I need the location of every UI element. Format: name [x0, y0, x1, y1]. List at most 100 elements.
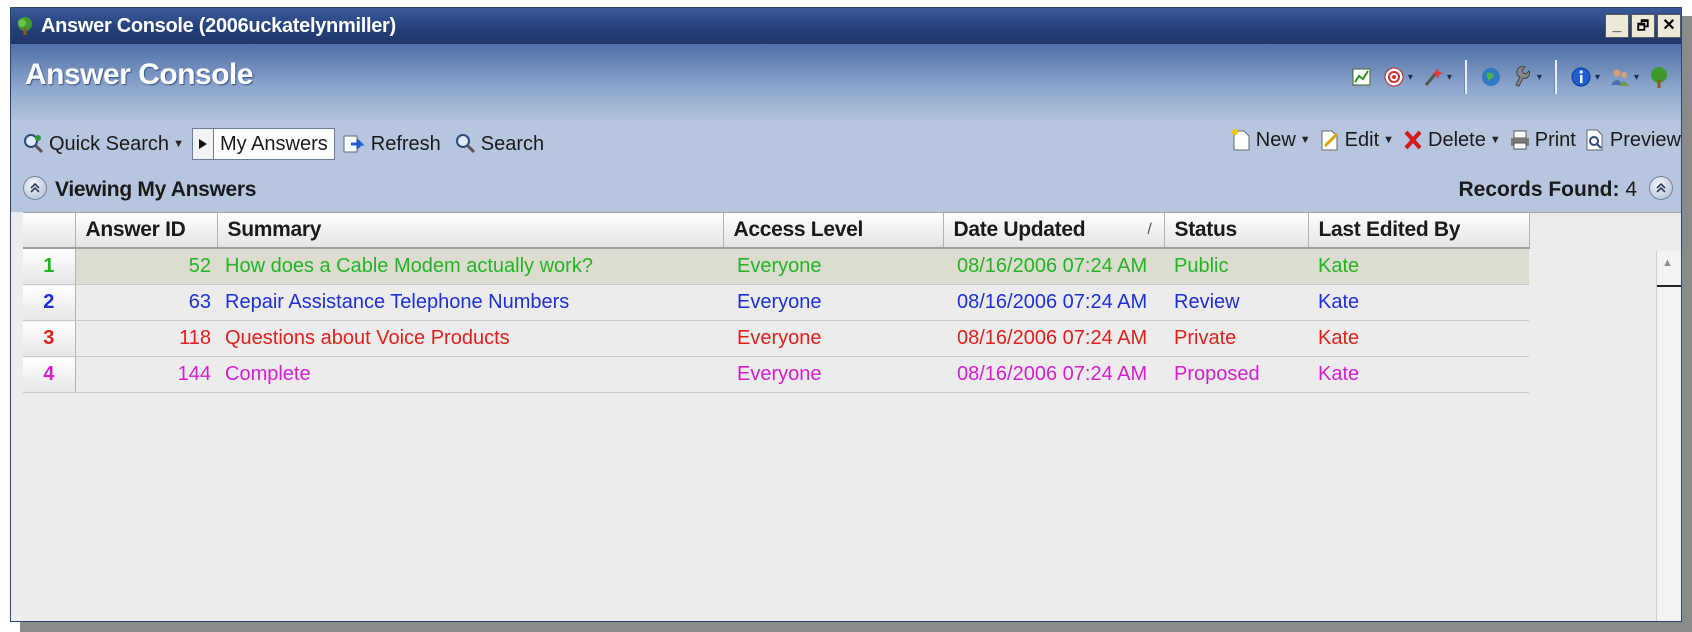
search-icon [455, 134, 475, 154]
column-header-answer-id[interactable]: Answer ID [75, 213, 218, 249]
date-updated-cell: 08/16/2006 07:24 AM [943, 320, 1164, 357]
search-label: Search [480, 132, 545, 155]
summary-cell: How does a Cable Modem actually work? [217, 248, 723, 285]
restore-button[interactable]: 🗗 [1631, 14, 1655, 38]
column-header-date-updated[interactable]: Date Updated / [943, 213, 1165, 249]
preview-icon [1586, 129, 1603, 151]
chevron-down-icon: ▼ [1383, 134, 1395, 146]
answers-grid: Answer ID Summary Access Level Date Upda… [23, 212, 1681, 621]
delete-x-icon [1404, 130, 1422, 150]
last-edited-by-cell: Kate [1308, 320, 1529, 357]
answer-id-cell: 144 [75, 356, 217, 393]
preview-label: Preview [1609, 128, 1681, 151]
status-cell: Public [1164, 248, 1308, 285]
scrollbar-divider [1657, 285, 1681, 287]
new-document-icon [1231, 129, 1250, 151]
edit-label: Edit [1344, 128, 1380, 151]
title-bar[interactable]: Answer Console (2006uckatelynmiller) _ 🗗… [11, 8, 1681, 44]
close-button[interactable]: ✕ [1657, 14, 1681, 38]
play-icon [192, 129, 214, 159]
target-dropdown-icon[interactable]: ▾ [1408, 72, 1413, 83]
access-level-cell: Everyone [723, 248, 943, 285]
tools-dropdown-icon[interactable]: ▾ [1537, 72, 1542, 83]
row-number: 2 [23, 284, 76, 321]
search-button[interactable]: Search [455, 133, 544, 156]
globe-icon[interactable] [1479, 64, 1503, 90]
column-header-last-edited-by[interactable]: Last Edited By [1308, 213, 1530, 249]
records-count: 4 [1625, 178, 1637, 201]
edit-button[interactable]: Edit ▼ [1319, 128, 1394, 152]
refresh-icon [343, 135, 365, 153]
date-updated-cell: 08/16/2006 07:24 AM [943, 356, 1164, 393]
target-icon[interactable] [1382, 64, 1406, 90]
view-info-bar: Viewing My Answers Records Found: 4 [11, 166, 1681, 212]
wand-dropdown-icon[interactable]: ▾ [1447, 72, 1452, 83]
status-cell: Proposed [1164, 356, 1308, 393]
chevron-down-icon: ▼ [1489, 134, 1501, 146]
answers-table: Answer ID Summary Access Level Date Upda… [23, 213, 1530, 393]
answer-console-window: Answer Console (2006uckatelynmiller) _ 🗗… [10, 7, 1682, 622]
toolbar-separator [1463, 60, 1467, 94]
column-header-summary[interactable]: Summary [217, 213, 724, 249]
access-level-cell: Everyone [723, 284, 943, 321]
refresh-button[interactable]: Refresh [343, 133, 441, 156]
column-header-status[interactable]: Status [1164, 213, 1309, 249]
date-updated-cell: 08/16/2006 07:24 AM [943, 284, 1164, 321]
vertical-scrollbar[interactable]: ▲ [1656, 251, 1681, 621]
table-row[interactable]: 1 52 How does a Cable Modem actually wor… [23, 248, 1529, 285]
last-edited-by-cell: Kate [1308, 248, 1529, 285]
quick-search-button[interactable]: Quick Search ▼ [23, 133, 184, 156]
window-title: Answer Console (2006uckatelynmiller) [41, 15, 396, 37]
summary-cell: Repair Assistance Telephone Numbers [217, 284, 723, 321]
row-number: 1 [23, 248, 76, 285]
collapse-up-icon[interactable] [1649, 176, 1673, 200]
records-found-label: Records Found: [1458, 178, 1620, 201]
last-edited-by-cell: Kate [1308, 356, 1529, 393]
preview-button[interactable]: Preview [1584, 128, 1681, 152]
collapse-up-icon[interactable] [23, 176, 47, 200]
row-number-header [23, 213, 76, 249]
summary-cell: Complete [217, 356, 723, 393]
delete-label: Delete [1428, 128, 1486, 151]
access-level-cell: Everyone [723, 356, 943, 393]
answer-id-cell: 118 [75, 320, 217, 357]
users-icon[interactable] [1608, 64, 1632, 90]
tree-icon[interactable] [1647, 64, 1671, 90]
printer-icon [1510, 130, 1529, 150]
console-header: Answer Console ▾ ▾ ▾ ▾ ▾ [11, 44, 1681, 126]
print-label: Print [1534, 128, 1576, 151]
chevron-down-icon: ▼ [1299, 134, 1311, 146]
new-button[interactable]: New ▼ [1230, 128, 1311, 152]
delete-button[interactable]: Delete ▼ [1402, 129, 1501, 152]
tools-icon[interactable] [1511, 64, 1535, 90]
column-header-access-level[interactable]: Access Level [723, 213, 944, 249]
records-found: Records Found: 4 [1458, 178, 1637, 202]
minimize-button[interactable]: _ [1605, 14, 1629, 38]
viewing-label: Viewing My Answers [55, 178, 257, 201]
print-button[interactable]: Print [1509, 129, 1576, 152]
status-cell: Review [1164, 284, 1308, 321]
quick-search-icon [24, 134, 44, 154]
info-icon[interactable] [1569, 64, 1593, 90]
toolbar-separator [1553, 60, 1557, 94]
reports-icon[interactable] [1350, 64, 1374, 90]
answer-id-cell: 63 [75, 284, 217, 321]
wand-icon[interactable] [1421, 64, 1445, 90]
last-edited-by-cell: Kate [1308, 284, 1529, 321]
tree-app-icon [15, 16, 35, 36]
chevron-down-icon: ▼ [173, 138, 184, 150]
refresh-label: Refresh [370, 132, 441, 155]
page-title: Answer Console [25, 58, 254, 91]
my-answers-label: My Answers [219, 132, 328, 155]
table-row[interactable]: 2 63 Repair Assistance Telephone Numbers… [23, 284, 1529, 321]
status-cell: Private [1164, 320, 1308, 357]
scroll-up-icon[interactable]: ▲ [1662, 257, 1673, 269]
quick-search-label: Quick Search [49, 132, 170, 155]
info-dropdown-icon[interactable]: ▾ [1595, 72, 1600, 83]
my-answers-selector[interactable]: My Answers [191, 128, 335, 160]
answer-id-cell: 52 [75, 248, 217, 285]
access-level-cell: Everyone [723, 320, 943, 357]
table-row[interactable]: 3 118 Questions about Voice Products Eve… [23, 320, 1529, 357]
users-dropdown-icon[interactable]: ▾ [1634, 72, 1639, 83]
table-row[interactable]: 4 144 Complete Everyone 08/16/2006 07:24… [23, 356, 1529, 393]
